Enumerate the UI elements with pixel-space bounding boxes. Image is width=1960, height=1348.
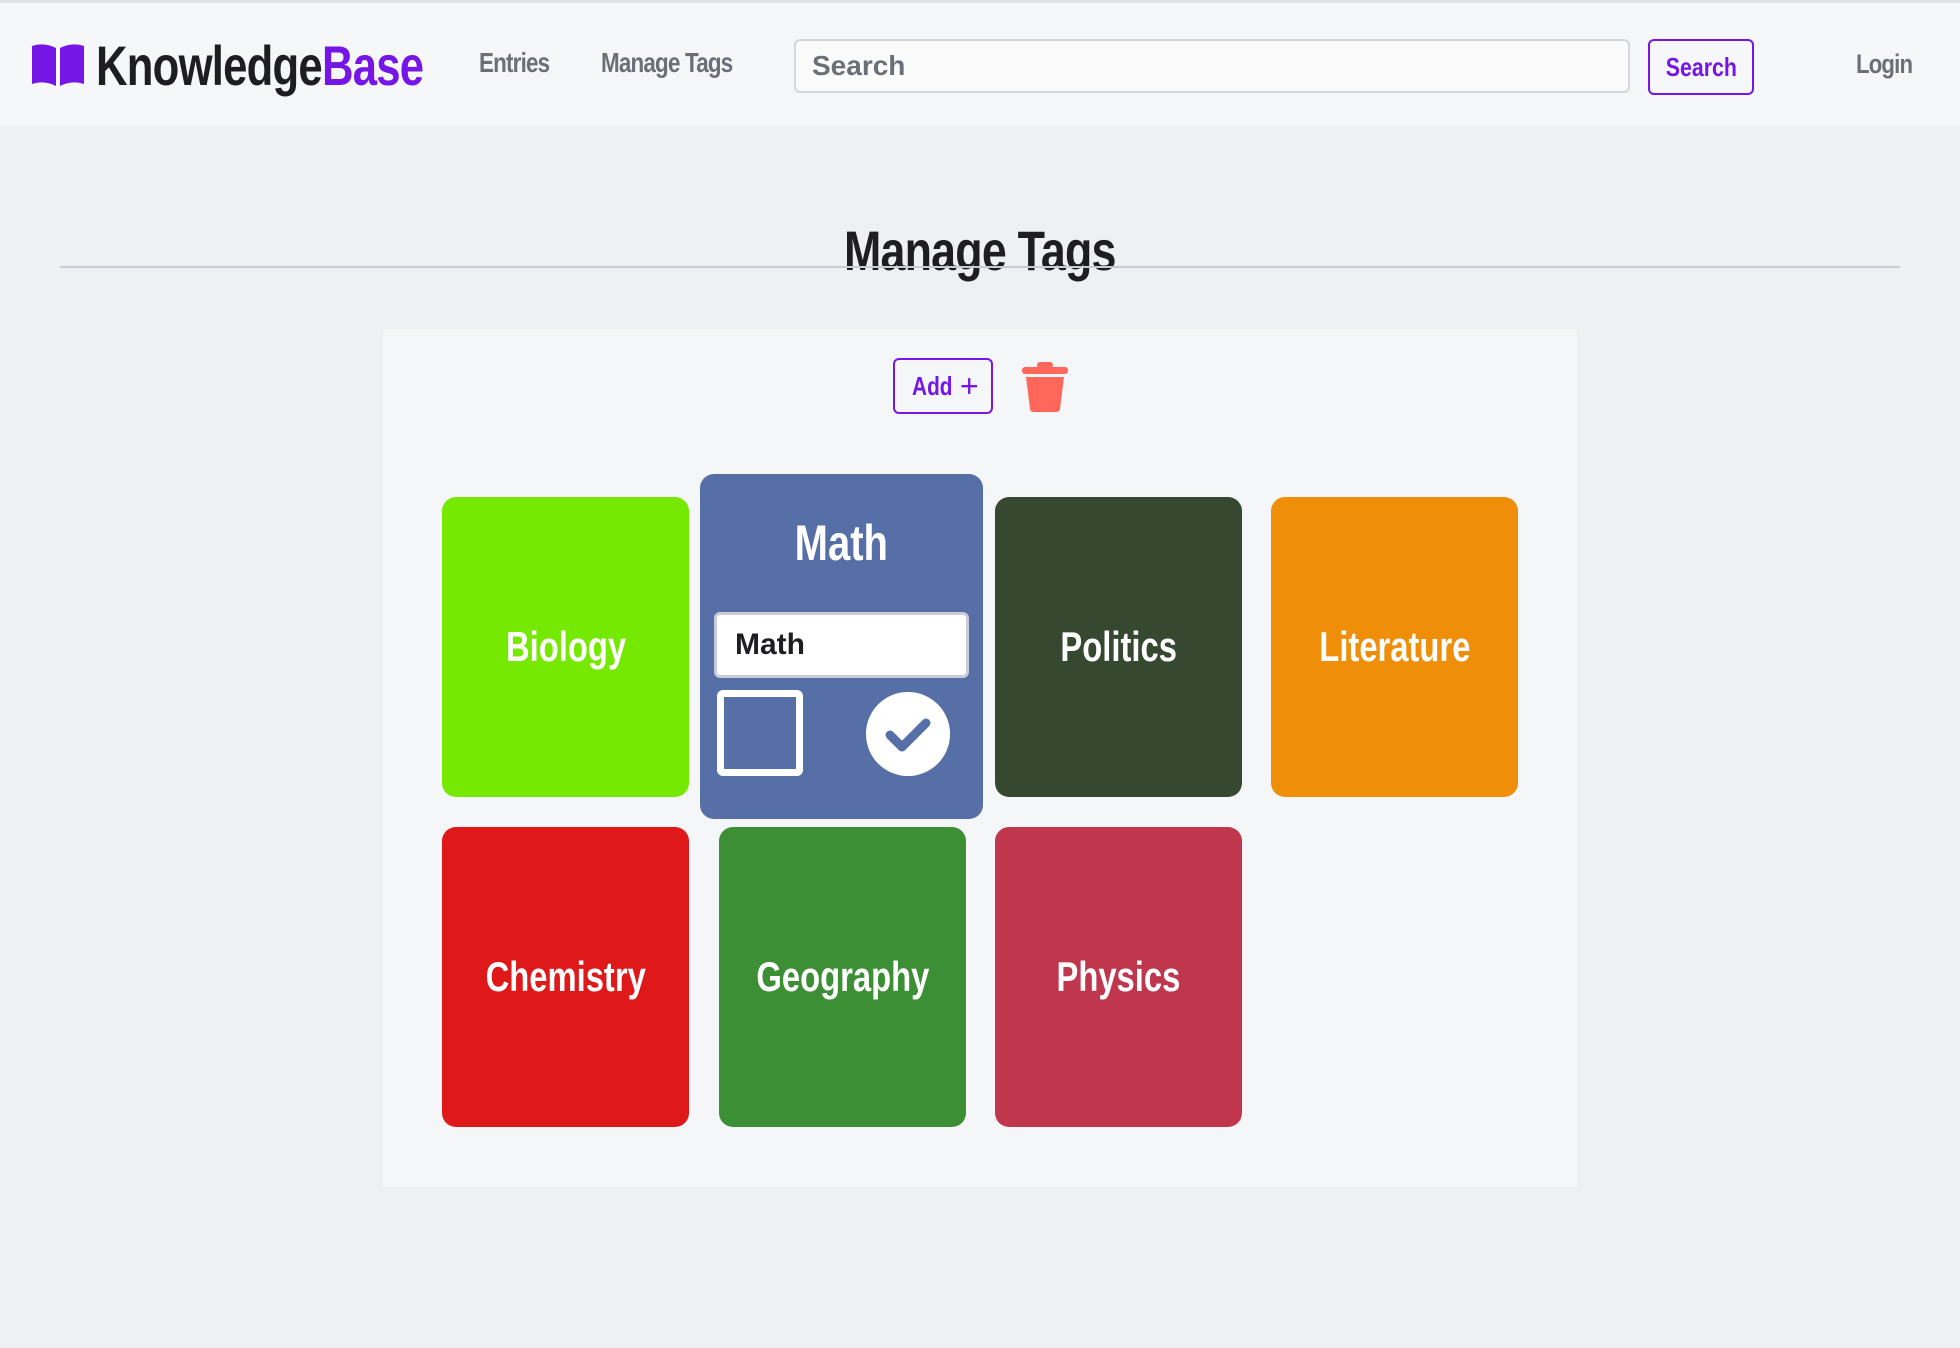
book-icon: [32, 44, 84, 86]
tag-card-physics[interactable]: Physics: [995, 827, 1242, 1127]
tag-card-geography[interactable]: Geography: [719, 827, 966, 1127]
nav-manage-tags[interactable]: Manage Tags: [601, 47, 733, 79]
search-input[interactable]: [794, 39, 1630, 93]
page-title: Manage Tags: [0, 218, 1960, 283]
navbar: KnowledgeBase Entries Manage Tags Search…: [0, 3, 1960, 126]
tag-label: Geography: [756, 953, 929, 1000]
editing-tag-title-text: Math: [794, 515, 889, 571]
tag-card-chemistry[interactable]: Chemistry: [442, 827, 689, 1127]
add-tag-button[interactable]: Add +: [893, 358, 993, 414]
tag-label: Politics: [1060, 623, 1177, 670]
search-button-label: Search: [1665, 51, 1737, 82]
page-title-text: Manage Tags: [844, 218, 1116, 282]
tag-label: Biology: [505, 623, 626, 670]
tag-name-input[interactable]: [714, 612, 969, 678]
brand-name: KnowledgeBase: [96, 33, 424, 98]
tag-card-biology[interactable]: Biology: [442, 497, 689, 797]
add-button-label: Add: [912, 370, 953, 401]
tag-label: Physics: [1056, 953, 1181, 1000]
tag-card-editing[interactable]: Math: [700, 474, 983, 819]
tag-color-picker[interactable]: [717, 690, 803, 776]
trash-icon[interactable]: [1022, 362, 1068, 412]
confirm-check-icon[interactable]: [866, 692, 950, 776]
brand-logo[interactable]: KnowledgeBase: [30, 33, 516, 97]
title-divider: [60, 266, 1900, 268]
tag-label: Chemistry: [485, 953, 646, 1000]
tag-label: Literature: [1318, 623, 1471, 670]
plus-icon: +: [959, 368, 979, 404]
tag-card-politics[interactable]: Politics: [995, 497, 1242, 797]
editing-tag-title: Math: [700, 514, 983, 572]
brand-knowledge: Knowledge: [96, 33, 323, 97]
search-button[interactable]: Search: [1648, 39, 1754, 95]
login-link[interactable]: Login: [1856, 49, 1913, 80]
nav-entries[interactable]: Entries: [479, 47, 550, 79]
brand-base: Base: [321, 33, 424, 97]
tag-card-literature[interactable]: Literature: [1271, 497, 1518, 797]
